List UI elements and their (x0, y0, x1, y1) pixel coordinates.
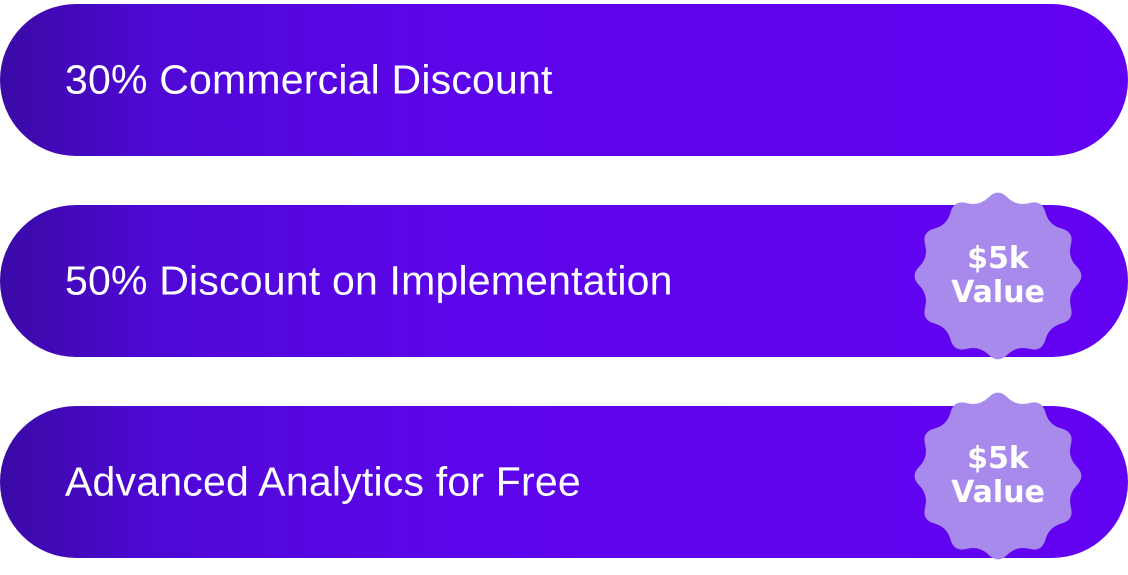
offer-label: 30% Commercial Discount (65, 56, 553, 103)
offer-label: 50% Discount on Implementation (65, 257, 673, 304)
badge-amount: $5k (967, 441, 1029, 476)
value-badge: $5k Value (908, 186, 1088, 366)
badge-caption: Value (951, 475, 1045, 510)
badge-caption: Value (951, 275, 1045, 310)
value-badge: $5k Value (908, 386, 1088, 566)
badge-amount: $5k (967, 241, 1029, 276)
offer-pill-commercial-discount: 30% Commercial Discount (0, 4, 1128, 156)
offer-label: Advanced Analytics for Free (65, 458, 581, 505)
offers-list: 30% Commercial Discount 50% Discount on … (0, 0, 1128, 575)
